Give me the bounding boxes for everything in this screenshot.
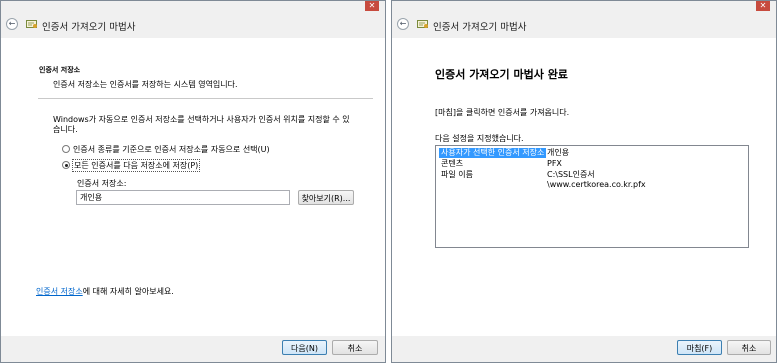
section-title: 인증서 저장소 (39, 66, 81, 74)
radio-auto-select-label[interactable]: 인증서 종류를 기준으로 인증서 저장소를 자동으로 선택(U) (73, 144, 270, 155)
setting-value: C:\SSL인증서\www.certkorea.co.kr.pfx (547, 170, 646, 189)
certificate-wizard-icon (26, 20, 37, 28)
back-arrow-icon[interactable]: ← (6, 18, 18, 30)
window-title: 인증서 가져오기 마법사 (42, 22, 136, 33)
import-wizard-window-store: ✕ ← 인증서 가져오기 마법사 인증서 저장소 인증서 저장소는 인증서를 저… (0, 0, 386, 363)
radio-auto-select[interactable] (62, 145, 70, 153)
setting-value: PFX (547, 159, 562, 168)
section-description: 인증서 저장소는 인증서를 저장하는 시스템 영역입니다. (53, 80, 238, 89)
setting-value: 개인용 (547, 148, 570, 157)
settings-label: 다음 설정을 지정했습니다. (435, 134, 524, 143)
title-bar: ✕ ← 인증서 가져오기 마법사 (1, 1, 385, 38)
title-bar: ✕ ← 인증서 가져오기 마법사 (392, 1, 776, 38)
finish-button[interactable]: 마침(F) (677, 340, 722, 355)
setting-key: 파일 이름 (441, 170, 473, 179)
learn-more-rest: 에 대해 자세히 알아보세요. (82, 287, 174, 296)
instruction-text: Windows가 자동으로 인증서 저장소를 선택하거나 사용자가 인증서 위치… (53, 115, 350, 134)
setting-key: 콘텐츠 (441, 159, 464, 168)
radio-manual-store[interactable] (62, 161, 70, 169)
window-title: 인증서 가져오기 마법사 (433, 22, 527, 33)
cancel-button[interactable]: 취소 (727, 340, 771, 355)
list-item[interactable]: 사용자가 선택한 인증서 저장소 개인용 (439, 148, 689, 158)
button-bar: 다음(N) 취소 (1, 336, 385, 362)
wizard-content: 인증서 가져오기 마법사 완료 [마침]을 클릭하면 인증서를 가져옵니다. 다… (392, 38, 776, 336)
button-bar: 마침(F) 취소 (392, 336, 776, 362)
learn-more-link[interactable]: 인증서 저장소 (36, 287, 83, 296)
certificate-wizard-icon (417, 20, 428, 28)
learn-more-text: 인증서 저장소에 대해 자세히 알아보세요. (36, 286, 174, 297)
next-button[interactable]: 다음(N) (282, 340, 327, 355)
completion-heading: 인증서 가져오기 마법사 완료 (435, 68, 568, 81)
back-arrow-icon[interactable]: ← (397, 18, 409, 30)
store-field[interactable]: 개인용 (76, 190, 290, 205)
settings-list[interactable]: 사용자가 선택한 인증서 저장소 개인용 콘텐츠 PFX 파일 이름 C:\SS… (435, 145, 749, 248)
setting-key: 사용자가 선택한 인증서 저장소 (439, 148, 547, 158)
wizard-content: 인증서 저장소 인증서 저장소는 인증서를 저장하는 시스템 영역입니다. Wi… (1, 38, 385, 336)
close-icon[interactable]: ✕ (756, 1, 770, 11)
cancel-button[interactable]: 취소 (332, 340, 378, 355)
store-label: 인증서 저장소: (77, 179, 127, 188)
import-wizard-window-complete: ✕ ← 인증서 가져오기 마법사 인증서 가져오기 마법사 완료 [마침]을 클… (391, 0, 777, 363)
finish-hint: [마침]을 클릭하면 인증서를 가져옵니다. (435, 108, 570, 117)
divider (38, 98, 373, 99)
list-item[interactable]: 파일 이름 C:\SSL인증서\www.certkorea.co.kr.pfx (439, 170, 689, 189)
radio-selected-dot (64, 163, 68, 167)
radio-manual-store-label[interactable]: 모든 인증서를 다음 저장소에 저장(P) (72, 159, 201, 172)
close-icon[interactable]: ✕ (365, 1, 379, 11)
browse-button[interactable]: 찾아보기(R)... (298, 190, 354, 205)
list-item[interactable]: 콘텐츠 PFX (439, 159, 689, 169)
